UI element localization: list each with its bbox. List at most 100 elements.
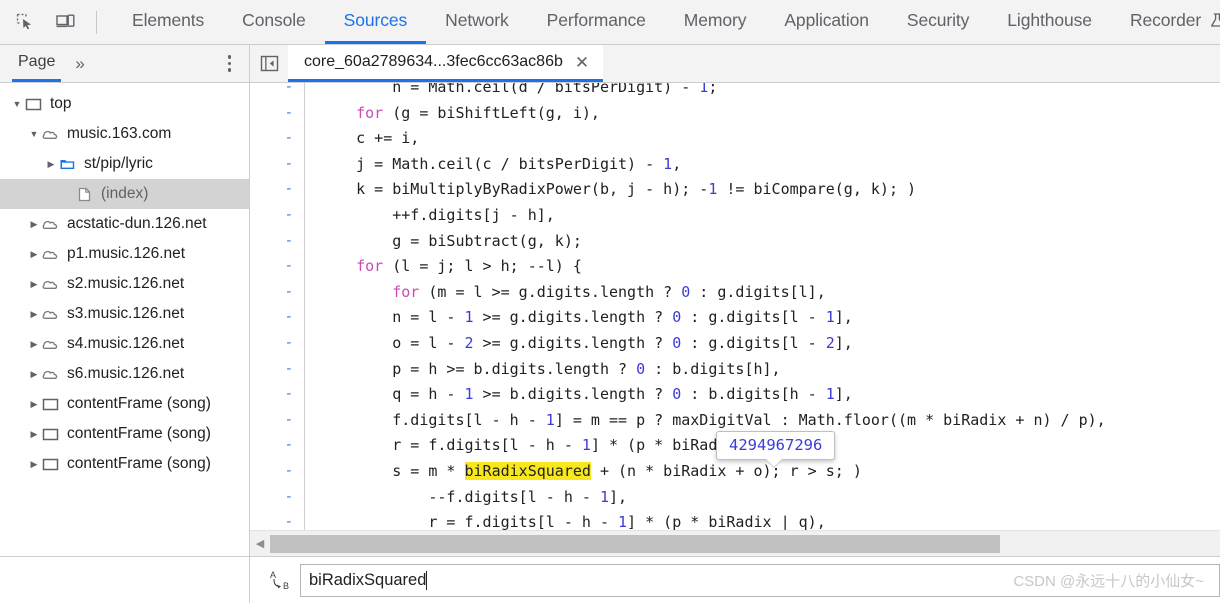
line-gutter-marker[interactable]: -: [250, 83, 304, 101]
tree-item-label: music.163.com: [67, 125, 172, 142]
twisty-expanded-icon[interactable]: ▼: [10, 99, 24, 109]
twisty-collapsed-icon[interactable]: ▶: [27, 219, 41, 230]
device-toolbar-icon[interactable]: [52, 9, 78, 35]
line-gutter-marker[interactable]: -: [250, 203, 304, 229]
tab-performance[interactable]: Performance: [528, 0, 665, 44]
code-number: 0: [672, 385, 682, 404]
tree-item[interactable]: ▶ contentFrame (song): [0, 419, 249, 449]
twisty-collapsed-icon[interactable]: ▶: [27, 309, 41, 320]
scrollbar-thumb[interactable]: [270, 535, 1000, 553]
navigator-sidebar: Page » ▼ top ▼ music.163.com ▶ st/pip/lyric ▶ (…: [0, 45, 250, 556]
tree-item[interactable]: ▶ st/pip/lyric: [0, 149, 249, 179]
navigator-more-tabs-button[interactable]: »: [75, 45, 85, 82]
line-gutter-marker[interactable]: -: [250, 357, 304, 383]
code-text: : g.digits[l],: [690, 282, 826, 301]
editor-file-tab[interactable]: core_60a2789634...3fec6cc63ac86b ✕: [288, 45, 604, 82]
line-gutter-marker[interactable]: -: [250, 152, 304, 178]
line-gutter-marker[interactable]: -: [250, 331, 304, 357]
line-gutter-marker[interactable]: -: [250, 254, 304, 280]
tab-label: Network: [445, 10, 509, 30]
horizontal-scrollbar[interactable]: ◀: [250, 530, 1220, 556]
code-text: >= g.digits.length ?: [473, 308, 673, 327]
tree-item[interactable]: ▶ acstatic-dun.126.net: [0, 209, 249, 239]
scrollbar-track[interactable]: [270, 531, 1220, 556]
line-gutter-marker[interactable]: -: [250, 485, 304, 511]
folder-icon-blue: [58, 156, 77, 172]
twisty-expanded-icon[interactable]: ▼: [27, 129, 41, 139]
code-text: p = h >= b.digits.length ?: [320, 359, 637, 378]
twisty-collapsed-icon[interactable]: ▶: [27, 459, 41, 470]
code-text: n = l -: [320, 308, 465, 327]
code-number: 1: [825, 308, 835, 327]
replace-a-b-icon[interactable]: A B: [262, 568, 300, 592]
line-gutter-marker[interactable]: -: [250, 459, 304, 485]
twisty-collapsed-icon[interactable]: ▶: [27, 399, 41, 410]
cloud-icon: [41, 336, 60, 352]
line-gutter-marker[interactable]: -: [250, 280, 304, 306]
search-input[interactable]: biRadixSquared: [300, 563, 1220, 597]
line-gutter-marker[interactable]: -: [250, 177, 304, 203]
code-text: (m = l >= g.digits.length ?: [419, 282, 682, 301]
tree-item[interactable]: ▶ s3.music.126.net: [0, 299, 249, 329]
line-gutter-marker[interactable]: -: [250, 382, 304, 408]
twisty-collapsed-icon[interactable]: ▶: [27, 279, 41, 290]
tab-elements[interactable]: Elements: [113, 0, 223, 44]
line-gutter-marker[interactable]: -: [250, 101, 304, 127]
code-line: - for (l = j; l > h; --l) {: [250, 254, 1220, 280]
page-file-tree: ▼top▼music.163.com▶st/pip/lyric▶(index)▶…: [0, 83, 249, 556]
tab-security[interactable]: Security: [888, 0, 988, 44]
tab-console[interactable]: Console: [223, 0, 325, 44]
tree-item[interactable]: ▶ s2.music.126.net: [0, 269, 249, 299]
code-editor[interactable]: - n = Math.ceil(d / bitsPerDigit) - 1; - …: [250, 83, 1220, 556]
code-text: : g.digits[l -: [681, 333, 826, 352]
tab-application[interactable]: Application: [765, 0, 888, 44]
tree-item[interactable]: ▶ p1.music.126.net: [0, 239, 249, 269]
tab-network[interactable]: Network: [426, 0, 527, 44]
code-line-text: for (l = j; l > h; --l) {: [305, 254, 582, 280]
twisty-collapsed-icon[interactable]: ▶: [27, 429, 41, 440]
scroll-left-arrow-icon[interactable]: ◀: [250, 537, 270, 550]
tab-sources[interactable]: Sources: [324, 0, 427, 44]
code-number: 1: [464, 308, 474, 327]
line-gutter-marker[interactable]: -: [250, 510, 304, 530]
tree-item-label: s4.music.126.net: [67, 335, 185, 352]
twisty-collapsed-icon[interactable]: ▶: [44, 159, 58, 170]
navigator-tab-page[interactable]: Page: [12, 45, 62, 82]
close-icon[interactable]: ✕: [575, 54, 589, 71]
code-text: f.digits[l - h -: [320, 410, 546, 429]
tree-item[interactable]: ▼ top: [0, 89, 249, 119]
line-gutter-marker[interactable]: -: [250, 433, 304, 459]
twisty-collapsed-icon[interactable]: ▶: [27, 339, 41, 350]
code-line: - o = l - 2 >= g.digits.length ? 0 : g.d…: [250, 330, 1220, 357]
code-line: - s = m * biRadixSquared + (n * biRadix …: [250, 458, 1220, 485]
tab-recorder[interactable]: Recorder: [1111, 0, 1220, 44]
show-navigator-icon[interactable]: [250, 45, 288, 82]
tree-item[interactable]: ▶ contentFrame (song): [0, 449, 249, 479]
tree-item[interactable]: ▼ music.163.com: [0, 119, 249, 149]
inspect-element-icon[interactable]: [12, 9, 38, 35]
tree-item[interactable]: ▶ contentFrame (song): [0, 389, 249, 419]
code-line-text: q = h - 1 >= b.digits.length ? 0 : b.dig…: [305, 382, 853, 408]
tree-item[interactable]: ▶ (index): [0, 179, 249, 209]
twisty-collapsed-icon[interactable]: ▶: [27, 249, 41, 260]
code-number: 1: [708, 180, 718, 199]
line-gutter-marker[interactable]: -: [250, 229, 304, 255]
code-text: c += i,: [320, 129, 420, 148]
tree-item[interactable]: ▶ s4.music.126.net: [0, 329, 249, 359]
cloud-icon: [41, 366, 60, 382]
tab-memory[interactable]: Memory: [665, 0, 766, 44]
tab-lighthouse[interactable]: Lighthouse: [988, 0, 1111, 44]
code-line-text: r = f.digits[l - h - 1] * (p * biRadix |…: [305, 510, 825, 530]
tree-item[interactable]: ▶ s6.music.126.net: [0, 359, 249, 389]
flask-icon: [1201, 12, 1220, 29]
line-gutter-marker[interactable]: -: [250, 408, 304, 434]
code-line-text: n = Math.ceil(d / bitsPerDigit) - 1;: [305, 83, 717, 101]
twisty-collapsed-icon[interactable]: ▶: [27, 369, 41, 380]
kebab-menu-icon[interactable]: [227, 55, 231, 72]
line-gutter-marker[interactable]: -: [250, 305, 304, 331]
code-text: (l = j; l > h; --l) {: [383, 257, 582, 276]
line-gutter-marker[interactable]: -: [250, 126, 304, 152]
code-line-text: g = biSubtract(g, k);: [305, 229, 582, 255]
tab-label: Recorder: [1129, 10, 1202, 30]
